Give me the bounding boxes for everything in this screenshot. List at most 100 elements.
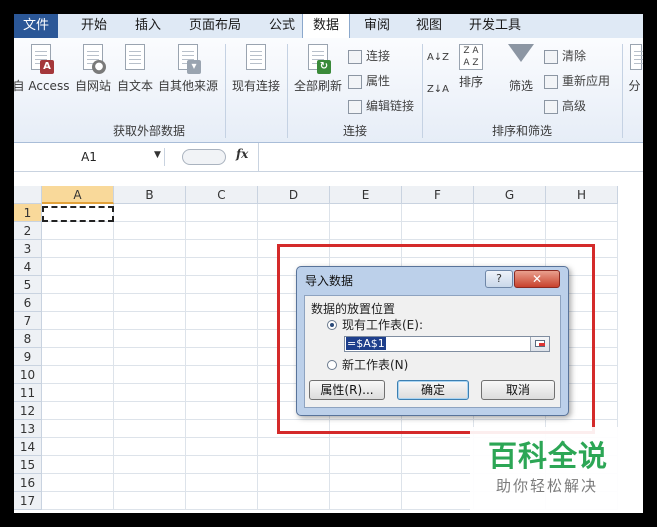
cell-d2[interactable] (258, 222, 330, 240)
cell-a3[interactable] (42, 240, 114, 258)
cell-b2[interactable] (114, 222, 186, 240)
sort-ascending-button[interactable]: A↓Z (426, 52, 450, 64)
cell-a8[interactable] (42, 330, 114, 348)
cell-e15[interactable] (330, 456, 402, 474)
cell-a16[interactable] (42, 474, 114, 492)
column-header-f[interactable]: F (402, 186, 474, 204)
cell-c11[interactable] (186, 384, 258, 402)
cell-c1[interactable] (186, 204, 258, 222)
cell-g1[interactable] (474, 204, 546, 222)
formula-input[interactable] (258, 143, 644, 171)
cell-e16[interactable] (330, 474, 402, 492)
row-header-7[interactable]: 7 (14, 312, 42, 330)
cell-b14[interactable] (114, 438, 186, 456)
cell-e1[interactable] (330, 204, 402, 222)
chevron-down-icon[interactable]: ▼ (154, 150, 161, 160)
tab-view[interactable]: 视图 (408, 14, 450, 38)
tab-page-layout[interactable]: 页面布局 (180, 14, 250, 38)
column-header-a[interactable]: A (42, 186, 114, 204)
cell-a10[interactable] (42, 366, 114, 384)
cell-c4[interactable] (186, 258, 258, 276)
cell-c17[interactable] (186, 492, 258, 510)
sort-button[interactable]: Z AA Z 排序 (454, 44, 488, 90)
cell-b10[interactable] (114, 366, 186, 384)
cell-a12[interactable] (42, 402, 114, 420)
cell-a7[interactable] (42, 312, 114, 330)
row-header-15[interactable]: 15 (14, 456, 42, 474)
tab-home[interactable]: 开始 (72, 14, 116, 38)
column-header-c[interactable]: C (186, 186, 258, 204)
cell-f16[interactable] (402, 474, 474, 492)
cell-e2[interactable] (330, 222, 402, 240)
cell-a6[interactable] (42, 294, 114, 312)
column-header-h[interactable]: H (546, 186, 618, 204)
cell-c6[interactable] (186, 294, 258, 312)
help-button[interactable]: ? (485, 270, 513, 288)
cell-c12[interactable] (186, 402, 258, 420)
cell-g2[interactable] (474, 222, 546, 240)
tab-data[interactable]: 数据 (302, 13, 350, 39)
filter-button[interactable]: 筛选 (504, 44, 538, 94)
cell-c15[interactable] (186, 456, 258, 474)
row-header-14[interactable]: 14 (14, 438, 42, 456)
cell-h1[interactable] (546, 204, 618, 222)
cell-a11[interactable] (42, 384, 114, 402)
column-header-e[interactable]: E (330, 186, 402, 204)
cell-b13[interactable] (114, 420, 186, 438)
cell-a15[interactable] (42, 456, 114, 474)
column-header-d[interactable]: D (258, 186, 330, 204)
cell-c9[interactable] (186, 348, 258, 366)
column-header-b[interactable]: B (114, 186, 186, 204)
cell-d16[interactable] (258, 474, 330, 492)
text-to-columns-button[interactable]: 分 (626, 44, 643, 94)
row-header-4[interactable]: 4 (14, 258, 42, 276)
cell-f15[interactable] (402, 456, 474, 474)
row-header-17[interactable]: 17 (14, 492, 42, 510)
cell-f1[interactable] (402, 204, 474, 222)
cell-a2[interactable] (42, 222, 114, 240)
cell-b15[interactable] (114, 456, 186, 474)
properties-button[interactable]: 属性 (348, 71, 390, 91)
from-text-button[interactable]: 自文本 (115, 44, 155, 94)
insert-function-icon[interactable]: fx (236, 147, 248, 161)
from-other-sources-button[interactable]: ▾ 自其他来源 (156, 44, 220, 94)
from-access-button[interactable]: A 自 Access (12, 44, 70, 94)
row-header-8[interactable]: 8 (14, 330, 42, 348)
cell-c10[interactable] (186, 366, 258, 384)
row-header-16[interactable]: 16 (14, 474, 42, 492)
tab-developer[interactable]: 开发工具 (460, 14, 530, 38)
cell-b8[interactable] (114, 330, 186, 348)
row-header-11[interactable]: 11 (14, 384, 42, 402)
name-box[interactable]: A1 (14, 148, 165, 166)
cell-b1[interactable] (114, 204, 186, 222)
select-all-corner[interactable] (14, 186, 42, 204)
row-header-1[interactable]: 1 (14, 204, 42, 222)
cell-a14[interactable] (42, 438, 114, 456)
row-header-5[interactable]: 5 (14, 276, 42, 294)
cell-b6[interactable] (114, 294, 186, 312)
row-header-12[interactable]: 12 (14, 402, 42, 420)
reapply-filter-button[interactable]: 重新应用 (544, 71, 610, 91)
from-web-button[interactable]: ● 自网站 (72, 44, 114, 94)
column-header-g[interactable]: G (474, 186, 546, 204)
cell-a17[interactable] (42, 492, 114, 510)
cell-e14[interactable] (330, 438, 402, 456)
cell-e17[interactable] (330, 492, 402, 510)
cell-f17[interactable] (402, 492, 474, 510)
close-button[interactable]: ✕ (514, 270, 560, 288)
cell-d14[interactable] (258, 438, 330, 456)
cell-b9[interactable] (114, 348, 186, 366)
existing-connections-button[interactable]: 现有连接 (228, 44, 284, 94)
cell-d1[interactable] (258, 204, 330, 222)
cell-b12[interactable] (114, 402, 186, 420)
tab-insert[interactable]: 插入 (126, 14, 170, 38)
cell-c13[interactable] (186, 420, 258, 438)
tab-formulas[interactable]: 公式 (260, 14, 304, 38)
cell-b7[interactable] (114, 312, 186, 330)
cell-d15[interactable] (258, 456, 330, 474)
sort-descending-button[interactable]: Z↓A (426, 84, 450, 96)
cell-c2[interactable] (186, 222, 258, 240)
cell-c5[interactable] (186, 276, 258, 294)
properties-dialog-button[interactable]: 属性(R)... (309, 380, 385, 400)
cell-a5[interactable] (42, 276, 114, 294)
